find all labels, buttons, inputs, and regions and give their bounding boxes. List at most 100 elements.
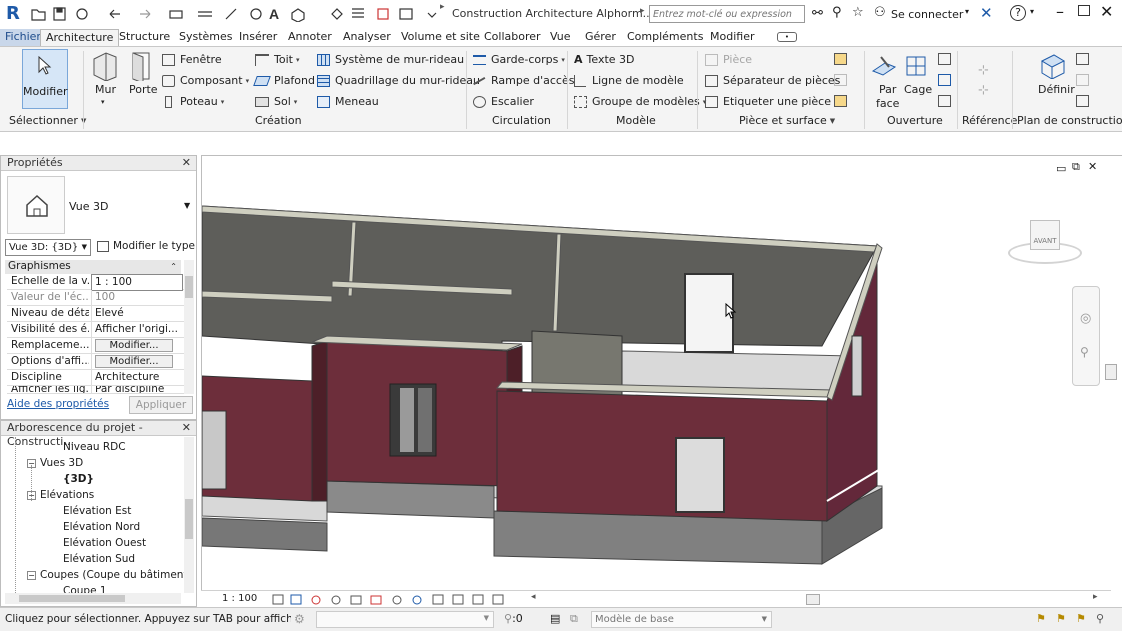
search-input[interactable] [649,5,805,23]
property-row[interactable]: Remplaceme... Modifier... [7,338,185,354]
property-row[interactable]: Visibilité des é... Afficher l'origi... [7,322,185,338]
view-min-icon[interactable]: ▭ [1056,162,1066,175]
select-panel-label[interactable]: Sélectionner▼ [9,114,86,127]
property-row[interactable]: Options d'affi... Modifier... [7,354,185,370]
tab-systemes[interactable]: Systèmes [174,29,238,46]
workset-dropdown[interactable]: ▼ [316,611,494,628]
railing-button[interactable]: Garde-corps ▾ [473,53,565,67]
ceiling-button[interactable]: Plafond [253,74,315,88]
tree-item[interactable]: Niveau RDC [63,441,126,453]
user-icon[interactable]: ⚇ [874,5,886,20]
curtain-grid-button[interactable]: Quadrillage du mur-rideau [317,74,480,88]
tab-inserer[interactable]: Insérer [234,29,282,46]
component-button[interactable]: Composant ▾ [162,74,249,88]
tab-collaborer[interactable]: Collaborer [479,29,546,46]
view-close-icon[interactable]: ✕ [1088,160,1097,173]
modify-button[interactable]: Modifier [22,49,68,109]
apply-button[interactable]: Appliquer [129,396,193,414]
exchange-apps-icon[interactable]: ✕ [980,4,993,22]
tree-item[interactable]: Elévation Sud [63,553,135,565]
close-browser-icon[interactable]: ✕ [182,421,191,435]
tab-gerer[interactable]: Gérer [580,29,621,46]
tree-item[interactable]: Elévation Nord [63,521,140,533]
tab-volume-et-site[interactable]: Volume et site [396,29,485,46]
properties-scrollbar[interactable] [184,260,194,394]
vertical-opening-icon[interactable] [938,74,951,86]
area-icon[interactable] [834,53,847,65]
viewport-hscroll[interactable] [806,594,820,605]
tree-item[interactable]: Elévation Ouest [63,537,146,549]
sign-in-link[interactable]: Se connecter [891,8,963,21]
area-boundary-icon[interactable] [834,74,847,86]
tree-item-active[interactable]: {3D} [63,473,94,485]
wall-opening-icon[interactable] [938,53,951,65]
view-cube-face[interactable]: AVANT [1030,220,1060,250]
property-row[interactable]: Afficher les lig... Par discipline [7,386,185,394]
room-area-panel-label[interactable]: Pièce et surface ▼ [739,114,835,127]
filter-selection-icon[interactable]: ⚲ [1096,612,1104,625]
close-properties-icon[interactable]: ✕ [182,156,191,170]
level-icon[interactable]: ⊹ [978,83,989,98]
property-row[interactable]: Niveau de détail Elevé [7,306,185,322]
room-separator-button[interactable]: Séparateur de pièces [705,74,840,88]
view-restore-icon[interactable]: ⧉ [1072,160,1080,174]
tab-analyser[interactable]: Analyser [338,29,396,46]
filter-count[interactable]: ⚲:0 [504,612,523,625]
binoculars-icon[interactable]: ⚯ [812,6,823,21]
browser-hscrollbar[interactable] [5,593,181,604]
dormer-icon[interactable] [938,95,951,107]
modify-vg-button[interactable]: Modifier... [95,339,173,352]
3d-viewport[interactable]: ▭ ⧉ ✕ AVANT ◎ ⚲ [201,155,1122,607]
zoom-icon[interactable]: ⚲ [1080,345,1089,359]
tree-item[interactable]: − Vues 3D [27,457,83,469]
view-selector[interactable]: Vue 3D: {3D} ▼ [5,239,91,256]
shaft-button[interactable]: Cage [904,83,932,97]
select-underlay-icon[interactable]: ⚑ [1056,612,1066,625]
mullion-button[interactable]: Meneau [317,95,379,109]
viewport-vscroll[interactable] [1105,364,1117,380]
graphics-section[interactable]: Graphismes ⌃ [5,260,181,274]
room-button[interactable]: Pièce [705,53,752,67]
select-pinned-icon[interactable]: ⚑ [1076,612,1086,625]
set-workplane-icon[interactable] [1040,53,1066,79]
roof-button[interactable]: Toit ▾ [255,53,299,67]
close-button[interactable]: ✕ [1100,2,1113,21]
editable-only-icon[interactable]: ▤ [550,612,560,625]
tab-modifier[interactable]: Modifier [705,29,759,46]
window-button[interactable]: Fenêtre [162,53,222,67]
wall-button-label[interactable]: Mur [95,83,116,97]
select-links-icon[interactable]: ⚑ [1036,612,1046,625]
worksharing-icon[interactable]: ⚙ [294,612,305,626]
maximize-button[interactable] [1078,5,1090,16]
properties-help-link[interactable]: Aide des propriétés [7,398,109,410]
viewer-icon[interactable] [1076,95,1089,107]
tree-item[interactable]: Coupe 1 [63,585,107,593]
grid-icon[interactable]: ⊹ [978,63,989,78]
tab-structure[interactable]: Structure [114,29,175,46]
help-icon[interactable]: ? [1010,5,1026,21]
model-group-button[interactable]: Groupe de modèles ▾ [574,95,706,109]
ribbon-minimize-icon[interactable]: • [777,32,797,42]
design-option-icon[interactable]: ⧉ [570,612,578,626]
set-button[interactable]: Définir [1038,83,1075,97]
tag-area-icon[interactable] [834,95,847,107]
wall-icon[interactable] [92,51,118,81]
tab-vue[interactable]: Vue [545,29,576,46]
type-dropdown-icon[interactable]: ▼ [184,201,190,210]
opening-by-face-icon[interactable] [871,53,897,79]
edit-type-button[interactable]: Modifier le type [97,240,195,252]
tree-item[interactable]: Elévation Est [63,505,131,517]
column-button[interactable]: Poteau ▾ [162,95,224,109]
revit-logo-icon[interactable]: R [6,4,22,24]
tree-item[interactable]: − Elévations [27,489,94,501]
tree-item[interactable]: − Coupes (Coupe du bâtiment) [27,569,192,581]
by-face-button[interactable]: Par face [876,83,899,111]
modify-display-options-button[interactable]: Modifier... [95,355,173,368]
view-scale[interactable]: 1 : 100 [222,593,257,604]
property-row[interactable]: Echelle de la v... 1 : 100 [7,274,185,291]
model-line-button[interactable]: Ligne de modèle [574,74,684,88]
property-row[interactable]: Discipline Architecture [7,370,185,386]
show-workplane-icon[interactable] [1076,53,1089,65]
subscription-icon[interactable]: ⚲ [832,5,842,20]
floor-button[interactable]: Sol ▾ [255,95,297,109]
